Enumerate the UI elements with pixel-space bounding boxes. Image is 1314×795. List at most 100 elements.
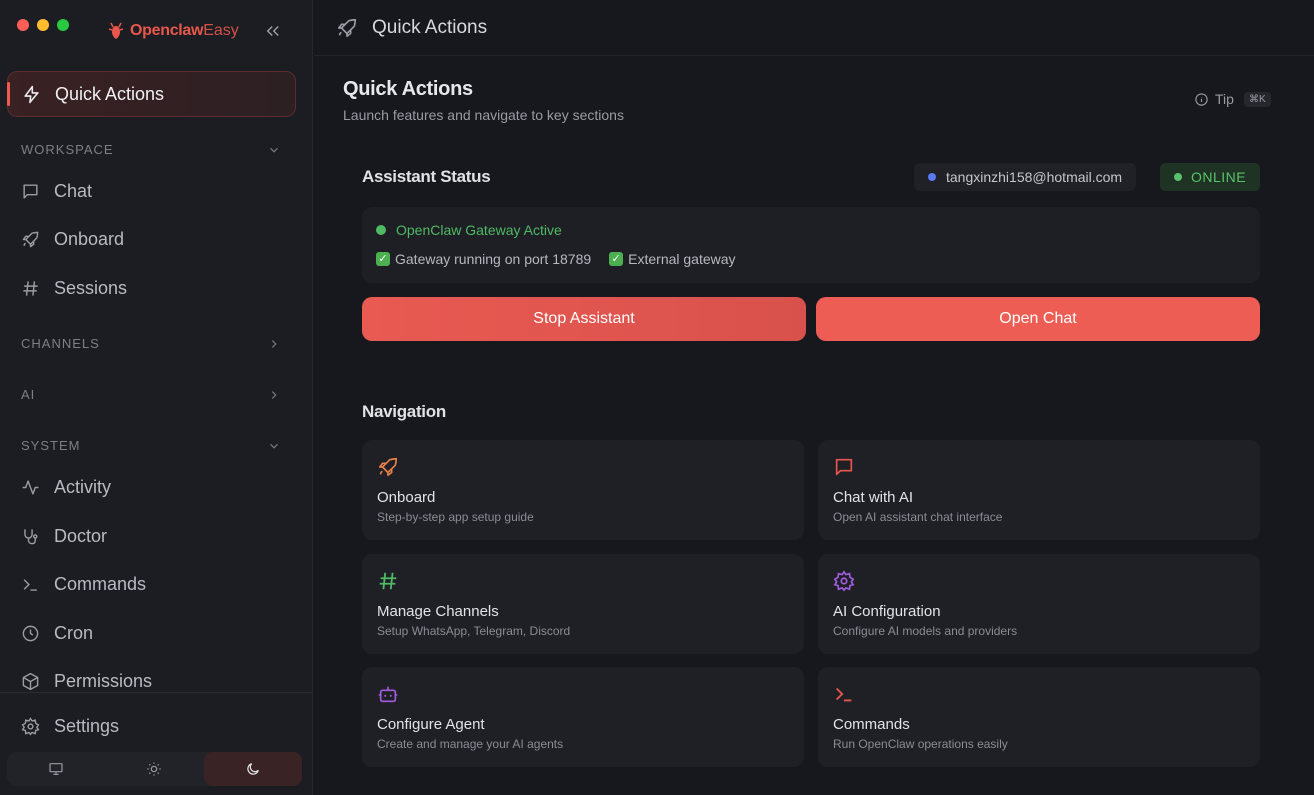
minimize-window-button[interactable] [37, 19, 49, 31]
sidebar-item-quick-actions[interactable]: Quick Actions [7, 71, 296, 117]
sidebar-item-label: Cron [54, 623, 94, 643]
monitor-icon [49, 763, 63, 775]
chevron-right-icon [271, 390, 277, 399]
sidebar-item-activity[interactable]: Activity [21, 477, 111, 498]
sidebar-item-label: Settings [54, 716, 120, 736]
lobster-icon [108, 22, 124, 39]
gear-icon [833, 570, 855, 592]
rocket-icon [22, 231, 39, 248]
nav-tile-title: Chat with AI [833, 489, 914, 506]
nav-tile-desc: Create and manage your AI agents [377, 737, 564, 751]
rocket-icon [337, 18, 357, 37]
theme-switcher [7, 752, 302, 786]
theme-system-button[interactable] [7, 752, 105, 786]
sidebar-item-onboard[interactable]: Onboard [21, 229, 124, 250]
nav-tile-agent[interactable]: Configure Agent Create and manage your A… [362, 667, 804, 767]
gateway-status: OpenClaw Gateway Active [376, 222, 562, 238]
navigation-title: Navigation [362, 402, 446, 421]
chevron-down-icon [270, 443, 278, 449]
top-bar-title: Quick Actions [372, 16, 488, 38]
check-label: Gateway running on port 18789 [395, 251, 592, 267]
online-status-badge: ONLINE [1160, 163, 1260, 191]
section-label: AI [21, 387, 36, 402]
theme-dark-button[interactable] [203, 752, 302, 786]
zoom-window-button[interactable] [57, 19, 69, 31]
bot-icon [378, 686, 398, 703]
section-channels[interactable]: CHANNELS [21, 336, 281, 351]
gateway-status-label: OpenClaw Gateway Active [396, 222, 562, 238]
sidebar-item-doctor[interactable]: Doctor [21, 526, 107, 547]
nav-tile-ai-config[interactable]: AI Configuration Configure AI models and… [818, 554, 1260, 654]
top-bar: Quick Actions [314, 0, 1314, 56]
section-ai[interactable]: AI [21, 387, 281, 402]
sidebar: Openclaw Easy Quick Actions WORKSPACE Cha… [0, 0, 313, 795]
section-label: WORKSPACE [21, 142, 114, 157]
check-icon: ✓ [376, 252, 390, 266]
gateway-check-external: ✓ External gateway [609, 251, 736, 267]
message-square-icon [835, 458, 853, 476]
window-controls [17, 19, 69, 31]
sidebar-item-label: Onboard [54, 229, 125, 249]
nav-tile-desc: Open AI assistant chat interface [833, 510, 1003, 524]
lightning-icon [24, 85, 39, 103]
sidebar-item-cron[interactable]: Cron [21, 623, 93, 644]
close-window-button[interactable] [17, 19, 29, 31]
theme-light-button[interactable] [105, 752, 203, 786]
terminal-icon [23, 579, 37, 591]
gateway-checks: ✓ Gateway running on port 18789 ✓ Extern… [376, 251, 736, 267]
nav-tile-desc: Configure AI models and providers [833, 624, 1018, 638]
sidebar-item-label: Permissions [54, 671, 153, 691]
account-email: tangxinzhi158@hotmail.com [946, 169, 1123, 185]
sidebar-item-settings[interactable]: Settings [21, 716, 119, 737]
nav-tile-chat[interactable]: Chat with AI Open AI assistant chat inte… [818, 440, 1260, 540]
stop-assistant-button[interactable]: Stop Assistant [362, 297, 806, 341]
nav-tile-desc: Step-by-step app setup guide [377, 510, 534, 524]
section-system[interactable]: SYSTEM [21, 438, 281, 453]
sidebar-item-label: Chat [54, 181, 93, 201]
sidebar-item-commands[interactable]: Commands [21, 574, 146, 595]
check-icon: ✓ [609, 252, 624, 266]
stethoscope-icon [24, 529, 38, 545]
sidebar-item-sessions[interactable]: Sessions [21, 278, 127, 299]
gear-icon [21, 717, 40, 736]
tip-label: Tip [1215, 91, 1234, 107]
online-status-label: ONLINE [1190, 169, 1247, 185]
chevron-down-icon [270, 147, 278, 153]
tip-shortcut: ⌘K [1243, 91, 1271, 107]
online-dot [1173, 173, 1182, 181]
collapse-sidebar-button[interactable] [264, 22, 282, 44]
sidebar-item-label: Activity [54, 477, 112, 497]
open-chat-button[interactable]: Open Chat [816, 297, 1260, 341]
nav-tile-onboard[interactable]: Onboard Step-by-step app setup guide [362, 440, 804, 540]
account-email-badge: tangxinzhi158@hotmail.com [914, 163, 1137, 191]
sidebar-item-label: Sessions [54, 278, 128, 298]
gateway-status-box: OpenClaw Gateway Active ✓ Gateway runnin… [362, 207, 1260, 283]
brand-logo: Openclaw Easy [108, 22, 239, 40]
sidebar-item-label: Commands [54, 574, 147, 594]
tip-button[interactable]: Tip ⌘K [1194, 91, 1271, 107]
message-square-icon [23, 184, 38, 199]
rocket-icon [378, 457, 398, 477]
terminal-icon [836, 687, 852, 702]
activity-icon [22, 480, 39, 495]
hash-icon [23, 281, 38, 296]
nav-tile-commands[interactable]: Commands Run OpenClaw operations easily [818, 667, 1260, 767]
nav-tile-channels[interactable]: Manage Channels Setup WhatsApp, Telegram… [362, 554, 804, 654]
brand-name: Openclaw [130, 22, 204, 39]
hash-icon [379, 572, 397, 590]
chevrons-left-icon [266, 25, 279, 37]
sidebar-item-label: Quick Actions [55, 83, 165, 104]
section-workspace[interactable]: WORKSPACE [21, 142, 281, 157]
sidebar-item-chat[interactable]: Chat [21, 181, 92, 202]
assistant-status-title: Assistant Status [362, 167, 491, 186]
info-icon [1195, 92, 1208, 106]
gateway-dot [376, 225, 386, 235]
nav-tile-title: Configure Agent [377, 716, 485, 733]
sidebar-item-permissions[interactable]: Permissions [21, 671, 152, 692]
sun-icon [147, 762, 162, 776]
email-status-dot [928, 173, 936, 181]
brand-suffix: Easy [203, 22, 239, 39]
nav-tile-title: AI Configuration [833, 603, 941, 620]
nav-tile-desc: Setup WhatsApp, Telegram, Discord [377, 624, 571, 638]
page-subtitle: Launch features and navigate to key sect… [343, 107, 624, 123]
